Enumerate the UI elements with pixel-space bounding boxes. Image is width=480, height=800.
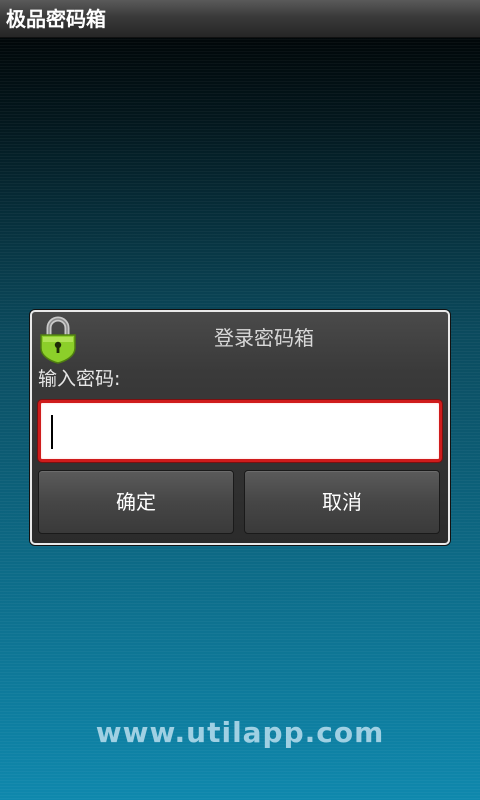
password-input[interactable]: [38, 400, 442, 462]
app-title: 极品密码箱: [6, 7, 106, 31]
dialog-title: 登录密码箱: [214, 326, 314, 350]
confirm-button[interactable]: 确定: [38, 470, 234, 534]
padlock-icon: [40, 316, 76, 364]
password-label: 输入密码:: [38, 368, 121, 390]
login-dialog: 登录密码箱 输入密码: 确定 取消: [30, 310, 450, 545]
cancel-button[interactable]: 取消: [244, 470, 440, 534]
footer-website-url: www.utilapp.com: [95, 716, 385, 749]
text-caret: [51, 415, 53, 449]
app-title-bar: 极品密码箱: [0, 0, 480, 38]
